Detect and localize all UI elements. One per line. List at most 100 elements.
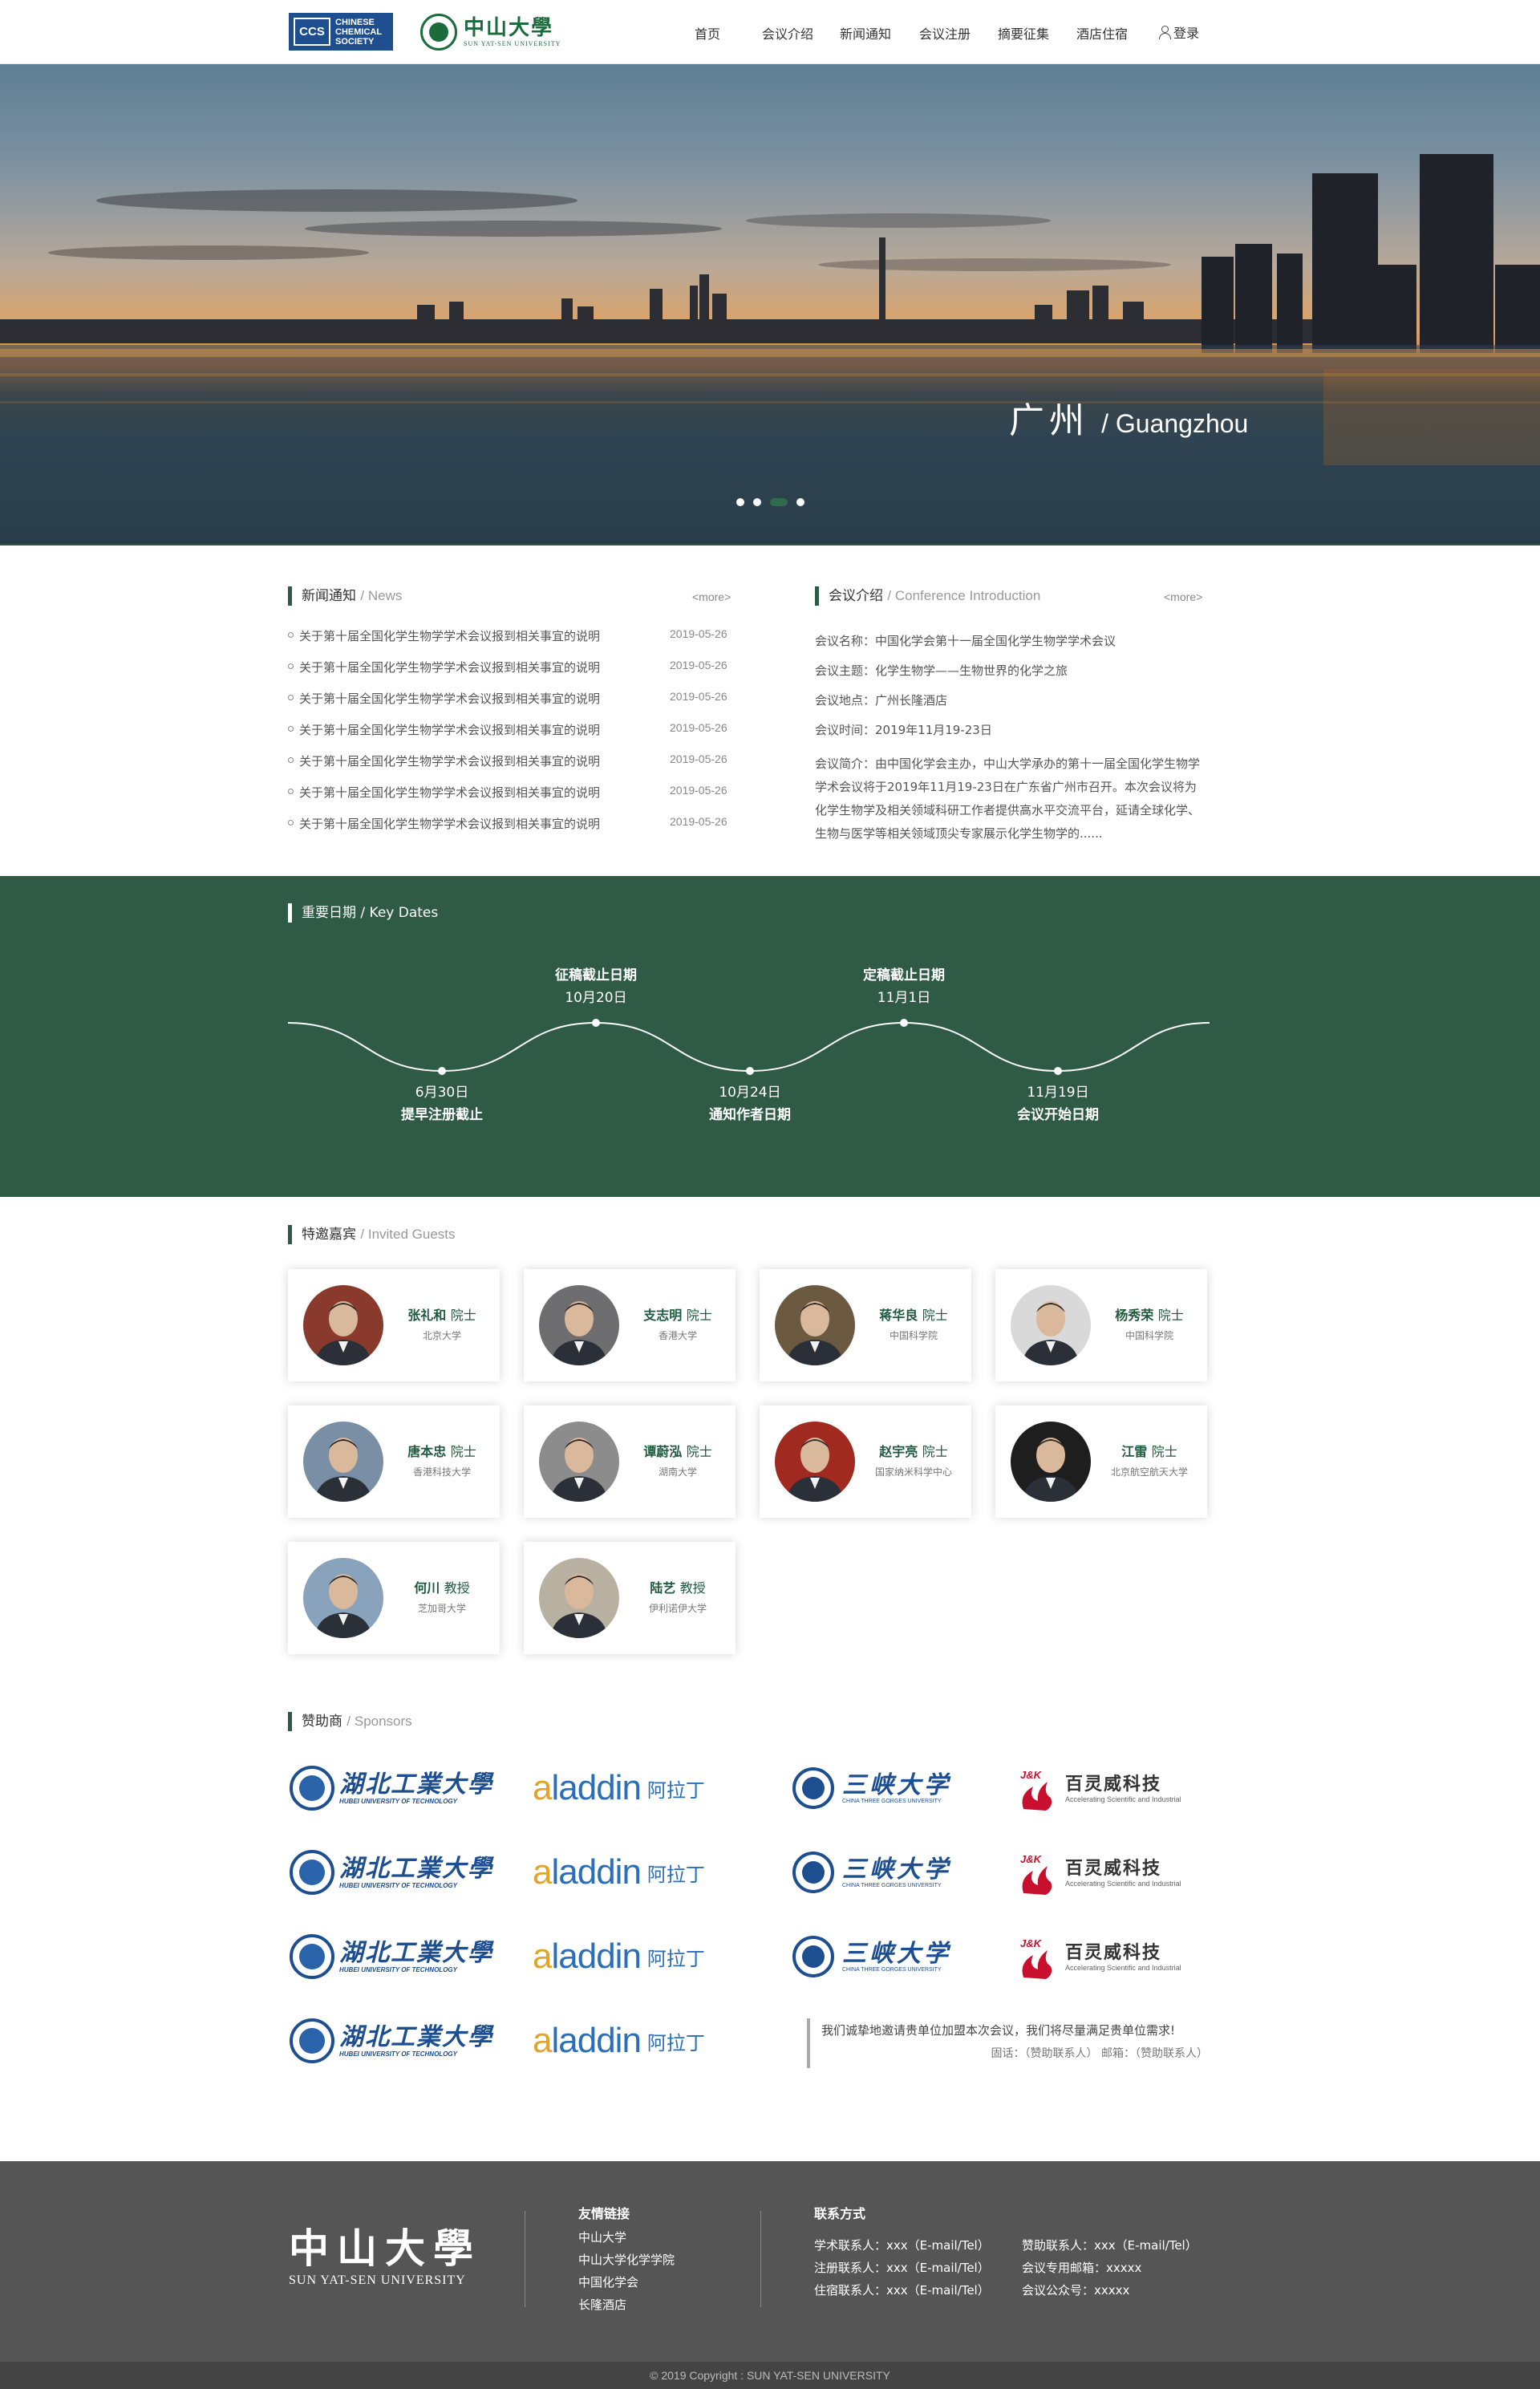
sponsor-sanxia-logo[interactable]: 三峡大学 CHINA THREE GORGES UNIVERSITY xyxy=(792,1764,951,1812)
aladdin-name-cn: 阿拉丁 xyxy=(646,1863,705,1886)
news-item-title[interactable]: 关于第十届全国化学生物学学术会议报到相关事宜的说明 xyxy=(299,659,600,675)
news-item-date: 2019-05-26 xyxy=(670,627,727,640)
guest-title: 院士 xyxy=(1157,1308,1184,1323)
guest-info: 赵宇亮 院士 国家纳米科学中心 xyxy=(856,1441,971,1478)
carousel-dot[interactable] xyxy=(753,498,761,506)
intro-title-en: / Conference Introduction xyxy=(887,588,1041,603)
sponsor-aladdin-logo[interactable]: aladdin 阿拉丁 xyxy=(533,1848,705,1896)
jk-name-en: Accelerating Scientific and Industrial xyxy=(1065,1964,1181,1972)
nav-registration[interactable]: 会议注册 xyxy=(919,23,971,43)
ccs-logo-line: SOCIETY xyxy=(335,36,375,47)
guest-name-row: 张礼和 院士 xyxy=(384,1304,500,1324)
sponsor-hubei-logo[interactable]: 湖北工業大學 HUBEI UNIVERSITY OF TECHNOLOGY xyxy=(290,1848,493,1896)
aladdin-wordmark: aladdin xyxy=(533,1937,642,1977)
nav-news[interactable]: 新闻通知 xyxy=(840,23,891,43)
aladdin-name-cn: 阿拉丁 xyxy=(646,2031,705,2054)
sanxia-seal-icon xyxy=(792,1852,834,1893)
news-item[interactable]: 关于第十届全国化学生物学学术会议报到相关事宜的说明 2019-05-26 xyxy=(288,627,737,659)
keydate-marker xyxy=(592,1019,600,1027)
ccs-logo[interactable]: CCS CHINESE CHEMICAL SOCIETY xyxy=(289,13,393,51)
hero-banner[interactable]: 广州 / Guangzhou xyxy=(0,64,1540,546)
guest-card[interactable]: 蒋华良 院士 中国科学院 xyxy=(760,1269,971,1381)
guest-card[interactable]: 何川 教授 芝加哥大学 xyxy=(288,1542,500,1654)
news-more-link[interactable]: <more> xyxy=(692,590,731,603)
news-item-title[interactable]: 关于第十届全国化学生物学学术会议报到相关事宜的说明 xyxy=(299,627,600,644)
news-item[interactable]: 关于第十届全国化学生物学学术会议报到相关事宜的说明 2019-05-26 xyxy=(288,752,737,784)
hubei-name-cn: 湖北工業大學 xyxy=(339,1854,493,1883)
sponsors-section-title: 赞助商 / Sponsors xyxy=(288,1712,412,1731)
news-title-en: / News xyxy=(360,588,403,603)
news-item-title[interactable]: 关于第十届全国化学生物学学术会议报到相关事宜的说明 xyxy=(299,784,600,801)
guest-card[interactable]: 唐本忠 院士 香港科技大学 xyxy=(288,1405,500,1518)
intro-more-link[interactable]: <more> xyxy=(1164,590,1202,603)
guest-card[interactable]: 支志明 院士 香港大学 xyxy=(524,1269,736,1381)
aladdin-a: a xyxy=(533,2021,553,2060)
footer-link-ccs[interactable]: 中国化学会 xyxy=(578,2273,638,2290)
guest-name: 陆艺 xyxy=(650,1580,676,1596)
guest-card[interactable]: 张礼和 院士 北京大学 xyxy=(288,1269,500,1381)
bullet-icon xyxy=(288,726,294,732)
carousel-dot[interactable] xyxy=(796,498,804,506)
guest-card[interactable]: 陆艺 教授 伊利诺伊大学 xyxy=(524,1542,736,1654)
guest-card[interactable]: 谭蔚泓 院士 湖南大学 xyxy=(524,1405,736,1518)
guest-card[interactable]: 江雷 院士 北京航空航天大学 xyxy=(995,1405,1207,1518)
guest-info: 陆艺 教授 伊利诺伊大学 xyxy=(620,1577,736,1615)
sanxia-logo-text: 三峡大学 CHINA THREE GORGES UNIVERSITY xyxy=(842,1856,951,1888)
nav-abstract[interactable]: 摘要征集 xyxy=(998,23,1049,43)
news-item-title[interactable]: 关于第十届全国化学生物学学术会议报到相关事宜的说明 xyxy=(299,721,600,738)
news-item[interactable]: 关于第十届全国化学生物学学术会议报到相关事宜的说明 2019-05-26 xyxy=(288,690,737,721)
sponsor-hubei-logo[interactable]: 湖北工業大學 HUBEI UNIVERSITY OF TECHNOLOGY xyxy=(290,1764,493,1812)
news-item-title[interactable]: 关于第十届全国化学生物学学术会议报到相关事宜的说明 xyxy=(299,752,600,769)
hubei-seal-icon xyxy=(290,1934,334,1979)
sanxia-name-en: CHINA THREE GORGES UNIVERSITY xyxy=(842,1966,942,1973)
key-dates-section: 重要日期 / Key Dates 6月30日 提早注册截止 征稿截止日期 10月20日… xyxy=(0,876,1540,1197)
news-item[interactable]: 关于第十届全国化学生物学学术会议报到相关事宜的说明 2019-05-26 xyxy=(288,815,737,846)
sponsor-hubei-logo[interactable]: 湖北工業大學 HUBEI UNIVERSITY OF TECHNOLOGY xyxy=(290,1933,493,1981)
guest-info: 杨秀荣 院士 中国科学院 xyxy=(1092,1304,1207,1342)
guest-card[interactable]: 赵宇亮 院士 国家纳米科学中心 xyxy=(760,1405,971,1518)
guest-avatar xyxy=(303,1558,383,1638)
keydate-date: 11月19日 xyxy=(1027,1085,1089,1101)
sponsor-aladdin-logo[interactable]: aladdin 阿拉丁 xyxy=(533,1933,705,1981)
jk-name-en: Accelerating Scientific and Industrial xyxy=(1065,1880,1181,1888)
sponsor-aladdin-logo[interactable]: aladdin 阿拉丁 xyxy=(533,1764,705,1812)
nav-hotel[interactable]: 酒店住宿 xyxy=(1076,23,1128,43)
nav-login[interactable]: 登录 xyxy=(1158,22,1199,42)
news-item-title[interactable]: 关于第十届全国化学生物学学术会议报到相关事宜的说明 xyxy=(299,815,600,832)
news-item[interactable]: 关于第十届全国化学生物学学术会议报到相关事宜的说明 2019-05-26 xyxy=(288,721,737,752)
guest-card[interactable]: 杨秀荣 院士 中国科学院 xyxy=(995,1269,1207,1381)
footer-contact-academic: 学术联系人：xxx（E-mail/Tel） xyxy=(814,2238,990,2253)
bullet-icon xyxy=(288,820,294,825)
guest-portrait xyxy=(786,1438,844,1502)
jk-badge: J&K xyxy=(1020,1853,1043,1865)
sponsor-jk-logo[interactable]: J&K 百灵威科技 Accelerating Scientific and Indu… xyxy=(1015,1848,1181,1896)
carousel-dot-active[interactable] xyxy=(770,498,788,506)
guest-title: 院士 xyxy=(686,1308,712,1323)
aladdin-wordmark: aladdin xyxy=(533,2021,642,2061)
hubei-name-cn: 湖北工業大學 xyxy=(339,1770,493,1799)
sponsor-aladdin-logo[interactable]: aladdin 阿拉丁 xyxy=(533,2017,705,2065)
news-item[interactable]: 关于第十届全国化学生物学学术会议报到相关事宜的说明 2019-05-26 xyxy=(288,784,737,815)
nav-conference-intro[interactable]: 会议介绍 xyxy=(762,23,813,43)
footer-link-sysu[interactable]: 中山大学 xyxy=(578,2229,626,2245)
carousel-dot[interactable] xyxy=(736,498,744,506)
sysu-logo[interactable]: 中山大學 SUN YAT-SEN UNIVERSITY xyxy=(420,11,561,53)
guest-title: 教授 xyxy=(444,1580,470,1596)
sponsor-hubei-logo[interactable]: 湖北工業大學 HUBEI UNIVERSITY OF TECHNOLOGY xyxy=(290,2017,493,2065)
sponsor-sanxia-logo[interactable]: 三峡大学 CHINA THREE GORGES UNIVERSITY xyxy=(792,1933,951,1981)
news-item-title[interactable]: 关于第十届全国化学生物学学术会议报到相关事宜的说明 xyxy=(299,690,600,707)
keydate-item: 定稿截止日期 11月1日 xyxy=(816,964,992,1009)
user-icon xyxy=(1158,25,1171,39)
intro-title-cn: 会议介绍 xyxy=(829,588,883,604)
guest-name: 何川 xyxy=(414,1580,440,1596)
news-item[interactable]: 关于第十届全国化学生物学学术会议报到相关事宜的说明 2019-05-26 xyxy=(288,659,737,690)
sponsor-jk-logo[interactable]: J&K 百灵威科技 Accelerating Scientific and Indu… xyxy=(1015,1764,1181,1812)
footer-link-chem-school[interactable]: 中山大学化学学院 xyxy=(578,2251,675,2268)
sponsor-sanxia-logo[interactable]: 三峡大学 CHINA THREE GORGES UNIVERSITY xyxy=(792,1848,951,1896)
footer-link-hotel[interactable]: 长隆酒店 xyxy=(578,2296,626,2313)
guest-org: 北京航空航天大学 xyxy=(1110,1466,1188,1478)
guest-name: 唐本忠 xyxy=(407,1444,447,1459)
hubei-name-en: HUBEI UNIVERSITY OF TECHNOLOGY xyxy=(339,1797,457,1805)
sponsor-jk-logo[interactable]: J&K 百灵威科技 Accelerating Scientific and Indu… xyxy=(1015,1933,1181,1981)
nav-home[interactable]: 首页 xyxy=(695,23,720,43)
